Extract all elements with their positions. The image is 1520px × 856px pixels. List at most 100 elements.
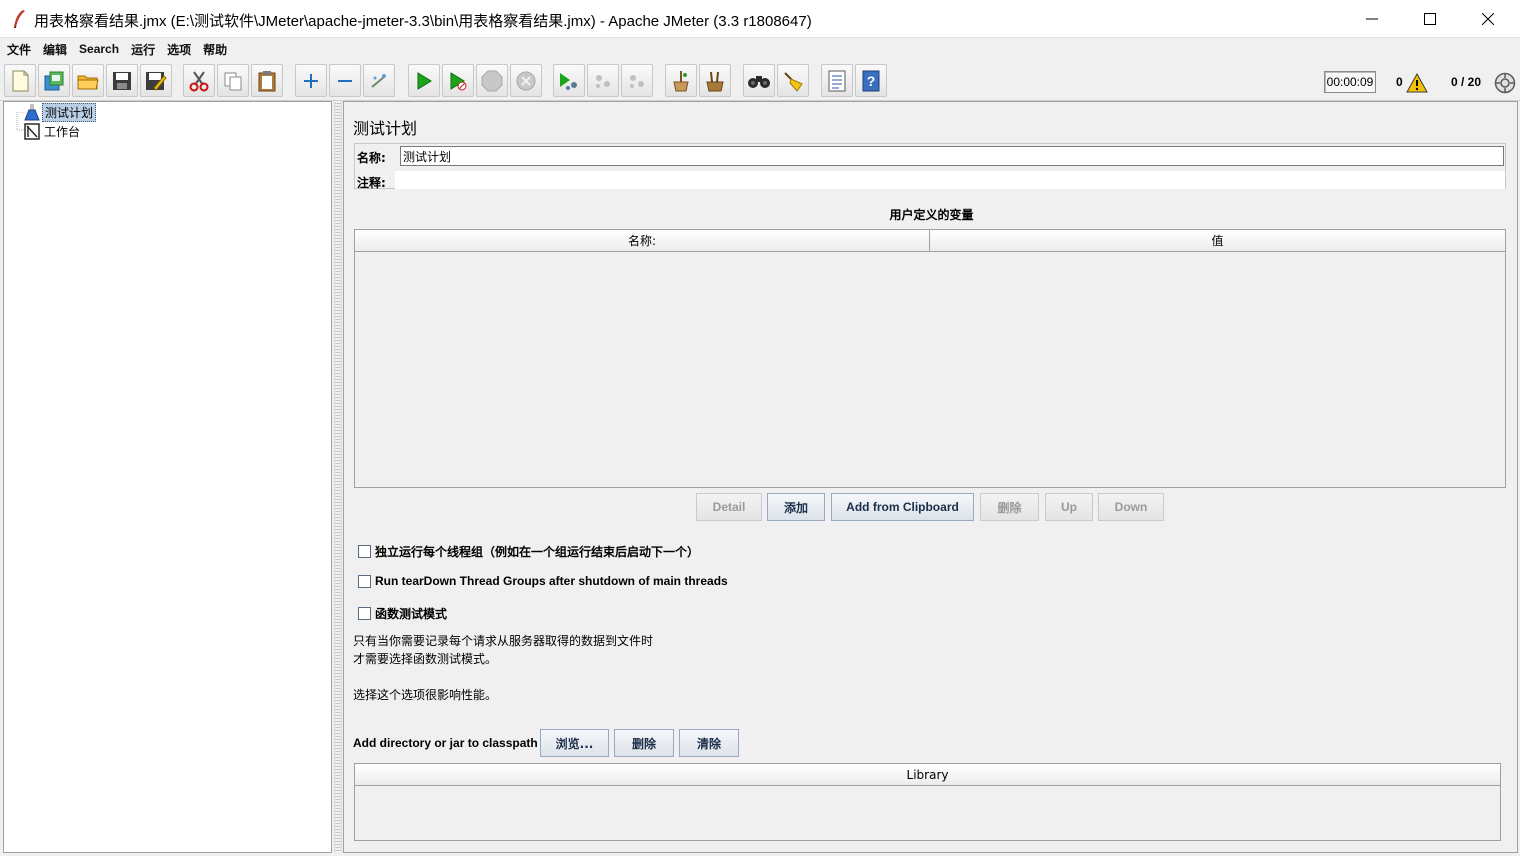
active-threads: 0 / 20 (1451, 75, 1482, 89)
reset-search-button[interactable] (777, 64, 809, 97)
performance-warning-note: 选择这个选项很影响性能。 (353, 688, 498, 702)
new-file-icon (12, 70, 29, 91)
library-table[interactable]: Library (354, 763, 1501, 841)
paste-button[interactable] (251, 64, 283, 97)
maximize-button[interactable] (1401, 0, 1459, 38)
column-header-library[interactable]: Library (355, 764, 1500, 786)
menu-options[interactable]: 选项 (167, 41, 191, 58)
function-helper-button[interactable] (821, 64, 853, 97)
remote-shutdown-button[interactable] (621, 64, 653, 97)
user-variables-table[interactable]: 名称: 值 (354, 229, 1506, 488)
tree-item-workbench[interactable]: 工作台 (24, 122, 82, 140)
remote-shutdown-icon (630, 74, 644, 88)
close-button[interactable] (1459, 0, 1517, 38)
help-button[interactable]: ? (855, 64, 887, 97)
tree-item-label: 测试计划 (42, 102, 97, 122)
clear-all-button[interactable] (699, 64, 731, 97)
up-button[interactable]: Up (1045, 493, 1093, 521)
checkbox-label: 函数测试模式 (375, 607, 448, 621)
templates-icon (44, 71, 64, 90)
cut-button[interactable] (183, 64, 215, 97)
functional-mode-note-line1: 只有当你需要记录每个请求从服务器取得的数据到文件时 (353, 634, 654, 648)
open-button[interactable] (72, 64, 104, 97)
run-no-pause-icon (450, 71, 467, 90)
title-bar: 用表格察看结果.jmx (E:\测试软件\JMeter\apache-jmete… (0, 0, 1520, 38)
minimize-icon (1366, 18, 1378, 20)
elapsed-timer: 00:00:09 (1324, 71, 1376, 93)
tree-item-test-plan[interactable]: 测试计划 (24, 102, 97, 122)
copy-button[interactable] (217, 64, 249, 97)
save-as-button[interactable] (140, 64, 172, 97)
checkbox-box[interactable] (358, 607, 371, 620)
shutdown-icon (516, 71, 536, 90)
start-button[interactable] (408, 64, 440, 97)
serialize-thread-groups-checkbox[interactable]: 独立运行每个线程组（例如在一个组运行结束后启动下一个） (358, 543, 699, 560)
run-play-icon (417, 71, 432, 90)
minimize-button[interactable] (1343, 0, 1401, 38)
teardown-on-shutdown-checkbox[interactable]: Run tearDown Thread Groups after shutdow… (358, 574, 728, 588)
paste-clipboard-icon (258, 70, 276, 91)
comment-label: 注释: (357, 176, 386, 190)
split-pane-divider[interactable] (334, 101, 342, 853)
panel-title: 测试计划 (353, 119, 418, 138)
test-tree[interactable]: 测试计划 工作台 (3, 101, 332, 853)
save-disk-icon (113, 71, 131, 90)
menu-search[interactable]: Search (79, 42, 119, 56)
delete-button[interactable]: 删除 (980, 493, 1039, 521)
classpath-clear-button[interactable]: 清除 (679, 729, 739, 757)
jmeter-feather-icon (14, 10, 25, 28)
expand-button[interactable] (295, 64, 327, 97)
tree-item-label: 工作台 (44, 124, 81, 139)
user-variables-title: 用户定义的变量 (889, 208, 974, 222)
test-plan-panel: 测试计划 名称: 注释: 用户定义的变量 名称: 值 Detail 添加 Add… (343, 101, 1518, 853)
checkbox-box[interactable] (358, 574, 371, 588)
menu-edit[interactable]: 编辑 (43, 41, 67, 58)
save-button[interactable] (106, 64, 138, 97)
name-input[interactable] (400, 146, 1504, 166)
stop-icon (481, 70, 503, 91)
shutdown-button[interactable] (510, 64, 542, 97)
name-label: 名称: (357, 151, 386, 165)
binoculars-icon (748, 75, 770, 88)
new-button[interactable] (4, 64, 36, 97)
menu-run[interactable]: 运行 (131, 41, 155, 58)
test-plan-flask-icon (24, 104, 40, 121)
menu-help[interactable]: 帮助 (203, 41, 227, 58)
checkbox-box[interactable] (358, 545, 371, 558)
column-header-value[interactable]: 值 (930, 230, 1505, 252)
start-no-pause-button[interactable] (442, 64, 474, 97)
open-folder-icon (77, 75, 99, 89)
remote-start-button[interactable] (553, 64, 585, 97)
search-button[interactable] (743, 64, 775, 97)
toolbar: ? 00:00:09 0 0 / 20 (0, 61, 1520, 101)
name-comment-group: 名称: 注释: (354, 143, 1506, 190)
functional-mode-note-line2: 才需要选择函数测试模式。 (353, 652, 498, 666)
save-as-icon (146, 71, 167, 91)
templates-button[interactable] (38, 64, 70, 97)
clear-button[interactable] (665, 64, 697, 97)
remote-stop-icon (596, 74, 610, 88)
close-icon (1482, 13, 1494, 25)
classpath-delete-button[interactable]: 删除 (614, 729, 674, 757)
detail-button[interactable]: Detail (696, 493, 762, 521)
add-button[interactable]: 添加 (767, 493, 825, 521)
maximize-icon (1424, 13, 1436, 25)
comment-input[interactable] (395, 171, 1505, 189)
reset-search-broom-icon (784, 71, 803, 92)
warning-icon[interactable] (1406, 73, 1428, 93)
toggle-button[interactable] (363, 64, 395, 97)
browse-button[interactable]: 浏览... (540, 729, 609, 757)
menu-file[interactable]: 文件 (7, 41, 31, 58)
functional-test-mode-checkbox[interactable]: 函数测试模式 (358, 605, 447, 622)
plus-icon (304, 73, 318, 88)
collapse-button[interactable] (329, 64, 361, 97)
svg-text:?: ? (867, 73, 876, 89)
down-button[interactable]: Down (1098, 493, 1164, 521)
remote-stop-button[interactable] (587, 64, 619, 97)
remote-start-icon (560, 72, 577, 90)
scissors-icon (189, 70, 209, 91)
stop-button[interactable] (476, 64, 508, 97)
remote-globe-icon (1494, 72, 1516, 94)
column-header-name[interactable]: 名称: (355, 230, 930, 252)
add-from-clipboard-button[interactable]: Add from Clipboard (831, 493, 974, 521)
